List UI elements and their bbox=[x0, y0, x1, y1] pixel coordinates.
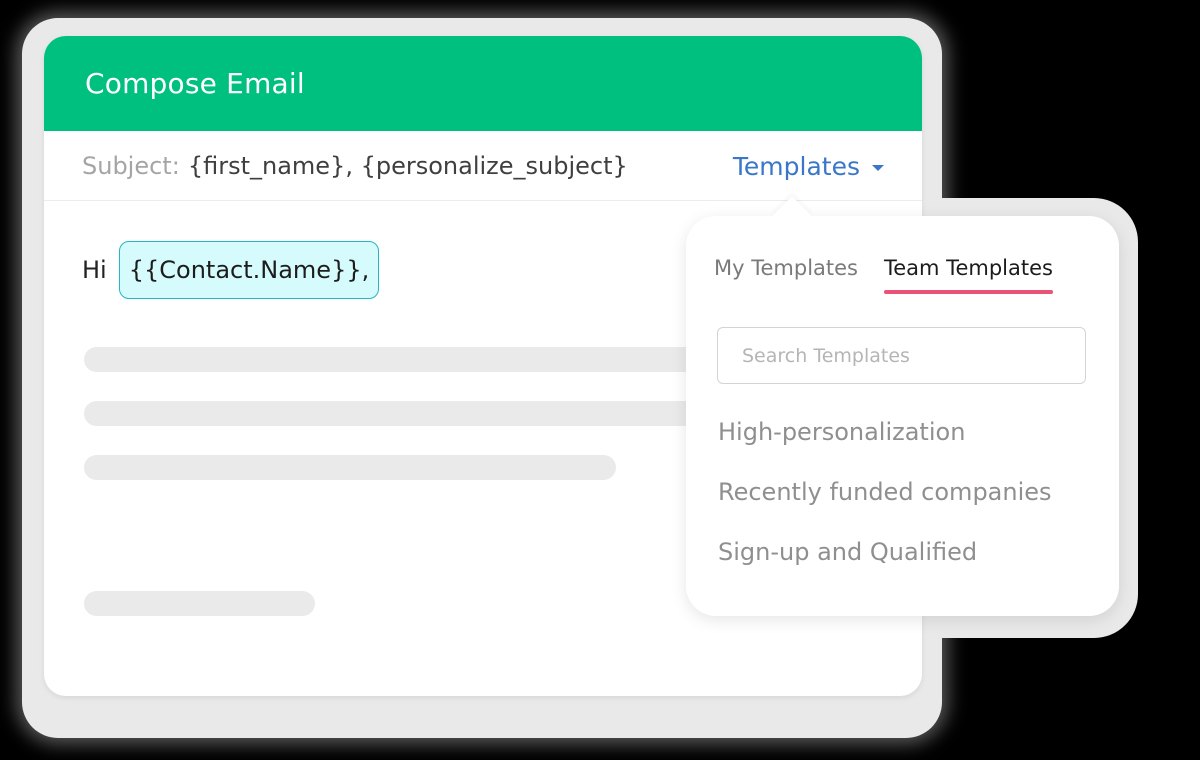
body-placeholder-line bbox=[84, 347, 704, 372]
templates-tabs: My Templates Team Templates bbox=[714, 256, 1053, 294]
templates-popover: My Templates Team Templates High-persona… bbox=[686, 196, 1119, 616]
email-greeting: Hi {{Contact.Name}}, bbox=[82, 241, 380, 299]
subject-field[interactable]: {first_name}, {personalize_subject} bbox=[188, 152, 628, 180]
window-title: Compose Email bbox=[85, 67, 305, 100]
subject-label: Subject: bbox=[82, 151, 180, 180]
tab-label: My Templates bbox=[714, 256, 858, 280]
body-placeholder-line bbox=[84, 455, 616, 480]
template-list: High-personalization Recently funded com… bbox=[718, 416, 1052, 596]
tab-my-templates[interactable]: My Templates bbox=[714, 256, 858, 294]
subject-row[interactable]: Subject: {first_name}, {personalize_subj… bbox=[44, 131, 922, 201]
title-bar: Compose Email bbox=[44, 36, 922, 131]
template-item-high-personalization[interactable]: High-personalization bbox=[718, 416, 1052, 476]
stage: Compose Email Subject: {first_name}, {pe… bbox=[0, 0, 1200, 760]
template-item-signup-qualified[interactable]: Sign-up and Qualified bbox=[718, 536, 1052, 596]
caret-down-icon bbox=[872, 164, 884, 171]
templates-dropdown-button[interactable]: Templates bbox=[733, 131, 884, 201]
active-tab-indicator bbox=[884, 290, 1053, 294]
body-placeholder-line bbox=[84, 401, 704, 426]
template-item-recently-funded[interactable]: Recently funded companies bbox=[718, 476, 1052, 536]
contact-name-token[interactable]: {{Contact.Name}}, bbox=[118, 241, 380, 299]
greeting-text: Hi bbox=[82, 256, 107, 284]
tab-label: Team Templates bbox=[884, 256, 1053, 280]
templates-button-label: Templates bbox=[732, 151, 860, 181]
tab-team-templates[interactable]: Team Templates bbox=[884, 256, 1053, 294]
search-templates-input[interactable] bbox=[717, 327, 1086, 384]
body-placeholder-line bbox=[84, 591, 315, 616]
